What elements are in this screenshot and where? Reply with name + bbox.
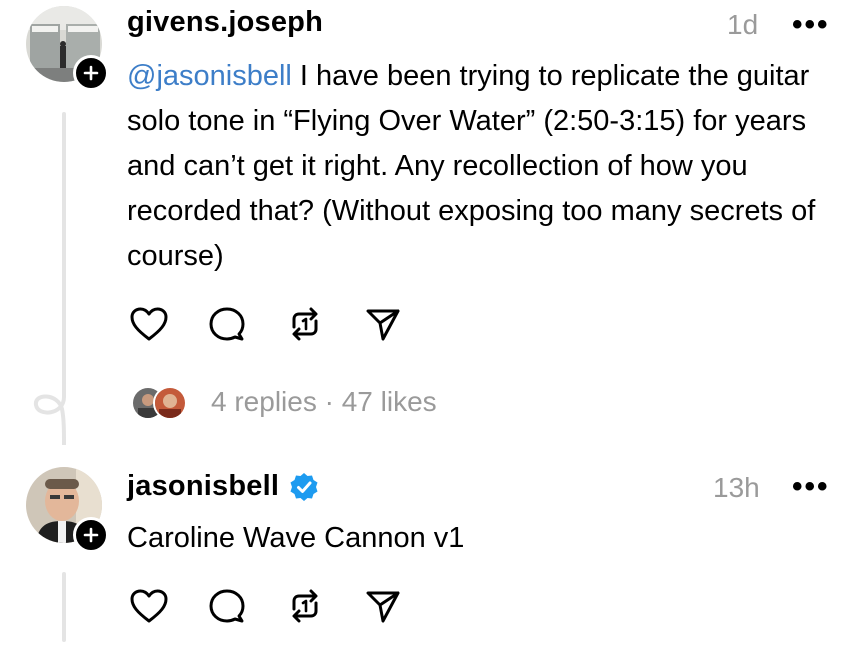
reply-time: 13h: [713, 472, 760, 503]
follow-plus-button[interactable]: [73, 55, 109, 91]
share-button[interactable]: [361, 302, 405, 346]
repost-icon: [292, 589, 318, 623]
repost-button[interactable]: [283, 302, 327, 346]
mention-link[interactable]: @jasonisbell: [127, 60, 292, 92]
repost-icon: [292, 307, 318, 341]
thread-curve-icon: [34, 375, 66, 445]
heart-icon: [130, 307, 168, 341]
plus-icon: [83, 527, 99, 543]
comment-button[interactable]: [205, 584, 249, 628]
post-time: 1d: [727, 9, 759, 40]
comment-icon: [209, 307, 245, 341]
plus-icon: [83, 65, 99, 81]
repost-button[interactable]: [283, 584, 327, 628]
reply-body: Caroline Wave Cannon v1: [127, 522, 465, 554]
share-button[interactable]: [361, 584, 405, 628]
reply-avatars[interactable]: [131, 386, 187, 420]
thread-line: [62, 572, 66, 642]
reply-more-button[interactable]: •••: [792, 472, 830, 502]
like-button[interactable]: [127, 584, 171, 628]
follow-plus-button[interactable]: [73, 517, 109, 553]
heart-icon: [130, 589, 168, 623]
reply-actions: [127, 584, 405, 628]
comment-icon: [209, 589, 245, 623]
post-stats[interactable]: 4 replies · 47 likes: [211, 386, 437, 418]
comment-button[interactable]: [205, 302, 249, 346]
verified-badge-icon: [290, 472, 318, 501]
like-button[interactable]: [127, 302, 171, 346]
post-username[interactable]: givens.joseph: [127, 6, 323, 39]
post-body: @jasonisbell I have been trying to repli…: [127, 54, 827, 279]
mini-avatar: [153, 386, 187, 420]
reply-username[interactable]: jasonisbell: [127, 470, 279, 503]
share-icon: [366, 591, 400, 623]
share-icon: [366, 309, 400, 341]
thread-line: [62, 112, 66, 382]
reply-header: jasonisbell: [127, 470, 319, 503]
post-actions: [127, 302, 405, 346]
post-more-button[interactable]: •••: [792, 10, 830, 40]
